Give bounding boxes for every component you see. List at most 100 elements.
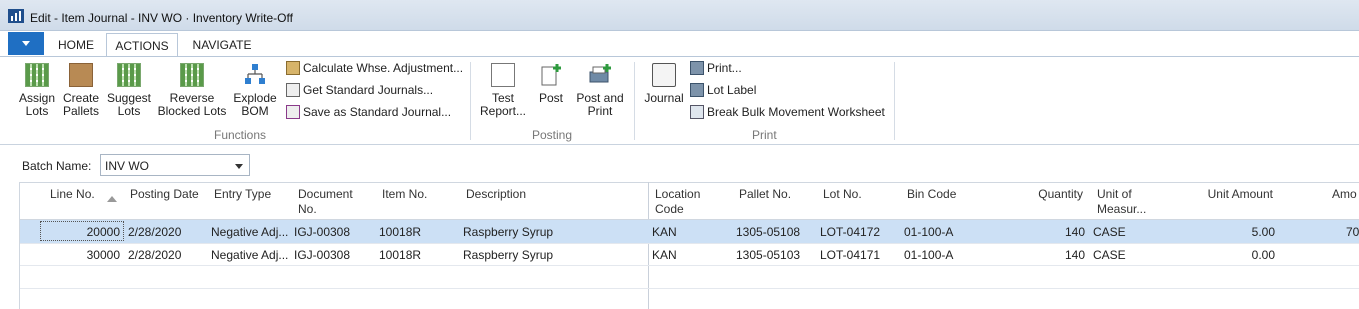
cell-posting-date[interactable]: 2/28/2020 <box>128 248 181 262</box>
table-row-empty[interactable] <box>20 266 1359 289</box>
cell-uom[interactable]: CASE <box>1093 225 1126 239</box>
col-header-pallet-no[interactable]: Pallet No. <box>739 187 791 202</box>
calculate-icon <box>286 61 300 75</box>
printer-small-icon <box>690 61 704 75</box>
cell-line-no[interactable]: 30000 <box>44 248 120 262</box>
col-header-uom-2: Measur... <box>1097 202 1147 216</box>
cell-pallet-no[interactable]: 1305-05108 <box>736 225 800 239</box>
reverse-blocked-lots-icon <box>180 63 204 87</box>
col-header-bin-code[interactable]: Bin Code <box>907 187 956 202</box>
journal-book-icon <box>652 63 676 87</box>
suggest-lots-icon <box>117 63 141 87</box>
sort-ascending-icon <box>107 196 117 202</box>
print-button[interactable]: Print... <box>690 61 742 79</box>
break-bulk-label: Break Bulk Movement Worksheet <box>707 105 885 119</box>
tab-actions[interactable]: ACTIONS <box>106 33 178 57</box>
cell-item-no[interactable]: 10018R <box>379 248 421 262</box>
assign-lots-button[interactable]: Assign Lots <box>16 63 58 118</box>
post-label: Post <box>538 91 563 105</box>
group-divider <box>894 62 895 140</box>
create-pallets-label-2: Pallets <box>62 104 100 118</box>
col-header-quantity[interactable]: Quantity <box>990 187 1083 202</box>
print-group-label: Print <box>752 128 777 142</box>
cell-item-no[interactable]: 10018R <box>379 225 421 239</box>
cell-amount[interactable]: 70 <box>1346 225 1359 239</box>
col-header-item-no[interactable]: Item No. <box>382 187 427 202</box>
save-as-standard-journal-button[interactable]: Save as Standard Journal... <box>286 105 451 123</box>
group-divider <box>470 62 471 140</box>
lot-label-button[interactable]: Lot Label <box>690 83 756 101</box>
col-header-location-code-1: Location <box>655 187 701 201</box>
app-menu-button[interactable] <box>8 32 44 55</box>
cell-location-code[interactable]: KAN <box>652 248 677 262</box>
lot-label-label: Lot Label <box>707 83 757 97</box>
cell-unit-amount[interactable]: 0.00 <box>1190 248 1275 262</box>
calculate-whse-adjustment-button[interactable]: Calculate Whse. Adjustment... <box>286 61 463 79</box>
col-header-line-no[interactable]: Line No. <box>50 187 95 202</box>
tab-home[interactable]: HOME <box>48 33 104 56</box>
explode-bom-button[interactable]: Explode BOM <box>230 63 280 118</box>
cell-entry-type[interactable]: Negative Adj... <box>211 225 288 239</box>
explode-bom-label-2: BOM <box>241 104 269 118</box>
print-label: Print... <box>707 61 742 75</box>
cell-lot-no[interactable]: LOT-04171 <box>820 248 880 262</box>
post-and-print-button[interactable]: Post and Print <box>574 63 626 118</box>
tab-navigate[interactable]: NAVIGATE <box>182 33 262 56</box>
assign-lots-label-2: Lots <box>25 104 49 118</box>
col-header-unit-amount[interactable]: Unit Amount <box>1180 187 1273 202</box>
journal-save-icon <box>286 105 300 119</box>
cell-description[interactable]: Raspberry Syrup <box>463 248 553 262</box>
batch-name-value: INV WO <box>105 159 149 173</box>
journal-label: Journal <box>644 91 684 105</box>
col-header-entry-type[interactable]: Entry Type <box>214 187 271 202</box>
create-pallets-button[interactable]: Create Pallets <box>60 63 102 118</box>
cell-bin-code[interactable]: 01-100-A <box>904 225 953 239</box>
batch-name-label: Batch Name: <box>22 159 92 173</box>
chevron-down-icon <box>235 164 243 169</box>
test-report-button[interactable]: Test Report... <box>478 63 528 118</box>
col-header-lot-no[interactable]: Lot No. <box>823 187 862 202</box>
col-header-description[interactable]: Description <box>466 187 526 202</box>
suggest-lots-button[interactable]: Suggest Lots <box>104 63 154 118</box>
cell-lot-no[interactable]: LOT-04172 <box>820 225 880 239</box>
bom-tree-icon <box>243 63 267 87</box>
journal-button[interactable]: Journal <box>642 63 686 105</box>
reverse-blocked-label-2: Blocked Lots <box>157 104 227 118</box>
window-title: Edit - Item Journal - INV WO · Inventory… <box>30 11 293 25</box>
calc-whse-label: Calculate Whse. Adjustment... <box>303 61 464 75</box>
col-header-document-no[interactable]: Document No. <box>298 187 353 217</box>
suggest-lots-label-2: Lots <box>117 104 141 118</box>
cell-bin-code[interactable]: 01-100-A <box>904 248 953 262</box>
chevron-down-icon <box>22 41 30 46</box>
cell-line-no[interactable]: 20000 <box>44 225 120 239</box>
cell-posting-date[interactable]: 2/28/2020 <box>128 225 181 239</box>
break-bulk-movement-worksheet-button[interactable]: Break Bulk Movement Worksheet <box>690 105 885 123</box>
col-header-amount[interactable]: Amo <box>1332 187 1357 202</box>
col-header-location-code[interactable]: Location Code <box>655 187 700 217</box>
functions-group-label: Functions <box>214 128 267 142</box>
cell-entry-type[interactable]: Negative Adj... <box>211 248 288 262</box>
cell-location-code[interactable]: KAN <box>652 225 677 239</box>
col-header-unit-of-measure[interactable]: Unit of Measur... <box>1097 187 1146 217</box>
reverse-blocked-lots-button[interactable]: Reverse Blocked Lots <box>156 63 228 118</box>
get-standard-journals-button[interactable]: Get Standard Journals... <box>286 83 433 101</box>
cell-unit-amount[interactable]: 5.00 <box>1190 225 1275 239</box>
app-icon <box>8 9 24 23</box>
post-print-label-2: Print <box>587 104 613 118</box>
printer-icon <box>588 63 612 87</box>
cell-quantity[interactable]: 140 <box>1000 248 1085 262</box>
cell-description[interactable]: Raspberry Syrup <box>463 225 553 239</box>
post-icon <box>539 63 563 87</box>
post-button[interactable]: Post <box>534 63 568 105</box>
cell-quantity[interactable]: 140 <box>1000 225 1085 239</box>
cell-pallet-no[interactable]: 1305-05103 <box>736 248 800 262</box>
batch-name-select[interactable]: INV WO <box>100 154 250 176</box>
cell-uom[interactable]: CASE <box>1093 248 1126 262</box>
cell-document-no[interactable]: IGJ-00308 <box>294 248 350 262</box>
col-header-posting-date[interactable]: Posting Date <box>130 187 199 202</box>
col-header-document-no-1: Document <box>298 187 353 201</box>
posting-group-label: Posting <box>532 128 573 142</box>
group-divider <box>634 62 635 140</box>
save-std-label: Save as Standard Journal... <box>303 105 452 119</box>
cell-document-no[interactable]: IGJ-00308 <box>294 225 350 239</box>
